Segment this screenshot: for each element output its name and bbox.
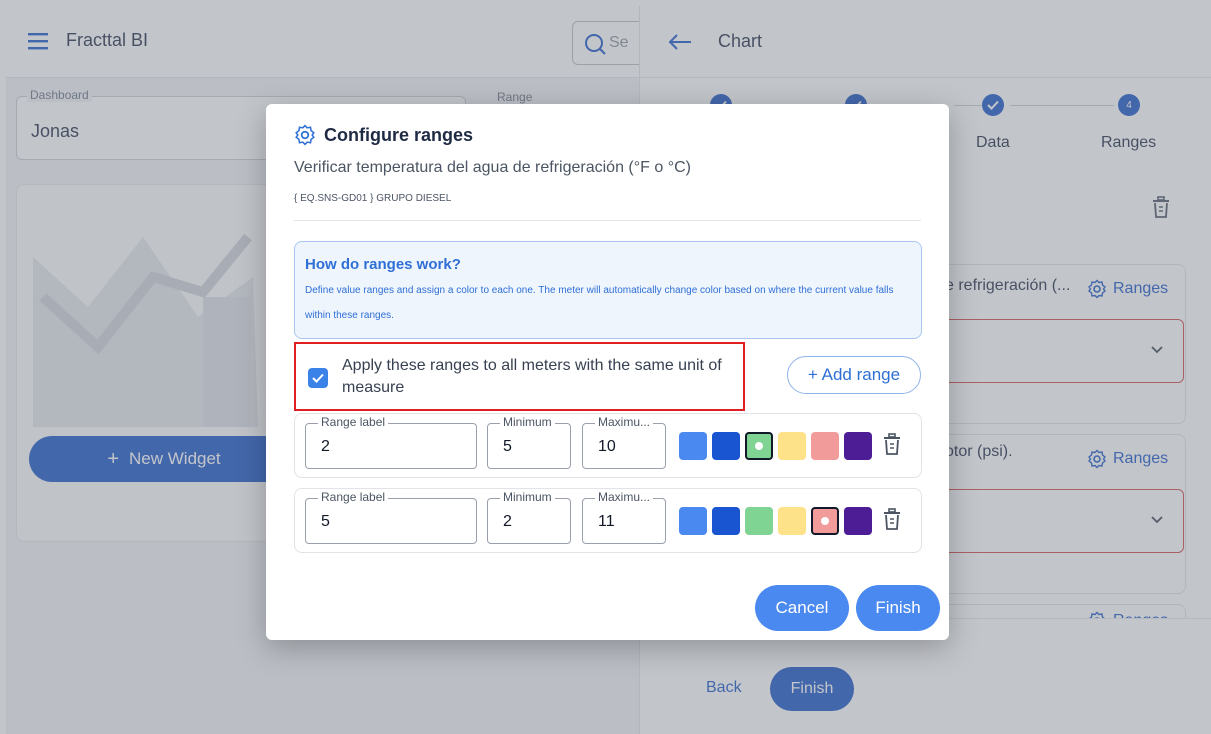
apply-to-all-label: Apply these ranges to all meters with th…: [342, 357, 722, 396]
field-value: 5: [503, 438, 512, 455]
chevron-down-icon: [1151, 346, 1163, 354]
back-button[interactable]: Back: [706, 679, 742, 697]
dashboard-field-label: Dashboard: [27, 88, 92, 102]
meter-ranges-button[interactable]: Ranges: [1087, 279, 1168, 299]
search-placeholder: Se: [609, 34, 629, 51]
minimum-field[interactable]: Minimum 2: [487, 490, 571, 544]
dashboard-field-value: Jonas: [31, 121, 80, 141]
drawer-finish-button[interactable]: Finish: [770, 667, 854, 711]
info-title: How do ranges work?: [305, 256, 461, 273]
step-label-data: Data: [976, 134, 1010, 151]
color-swatch[interactable]: [679, 432, 707, 460]
plus-icon: +: [107, 447, 120, 470]
range-label-field[interactable]: Range label 2: [305, 415, 477, 469]
info-text: Define value ranges and assign a color t…: [305, 285, 894, 321]
minimum-field[interactable]: Minimum 5: [487, 415, 571, 469]
field-value: 10: [598, 438, 616, 455]
configure-ranges-dialog: Configure ranges Verificar temperatura d…: [266, 104, 949, 640]
new-widget-button[interactable]: + New Widget: [29, 436, 299, 482]
field-label: Minimum: [500, 490, 555, 504]
field-label: Range label: [318, 415, 389, 429]
ranges-info-box: How do ranges work? Define value ranges …: [294, 241, 922, 339]
gear-icon: [295, 124, 315, 146]
app-title: Fracttal BI: [66, 30, 149, 50]
step-connector: [954, 105, 982, 106]
meter-title: e refrigeración (...: [945, 277, 1071, 294]
back-arrow-icon[interactable]: [668, 33, 692, 51]
cancel-button[interactable]: Cancel: [755, 585, 849, 631]
maximum-field[interactable]: Maximu... 10: [582, 415, 666, 469]
color-swatch[interactable]: [811, 432, 839, 460]
delete-range-icon[interactable]: [883, 508, 901, 530]
color-swatch[interactable]: [745, 507, 773, 535]
color-palette: [679, 432, 872, 462]
new-widget-label: New Widget: [129, 449, 221, 468]
range-label-field[interactable]: Range label 5: [305, 490, 477, 544]
step-3-done-icon: [982, 94, 1004, 116]
step-label-ranges: Ranges: [1101, 134, 1157, 151]
trash-icon[interactable]: [1152, 196, 1170, 218]
field-label: Minimum: [500, 415, 555, 429]
add-range-button[interactable]: + Add range: [787, 356, 921, 394]
color-swatch[interactable]: [712, 432, 740, 460]
dialog-title: Configure ranges: [324, 125, 474, 145]
color-palette: [679, 507, 872, 537]
chevron-down-icon: [1151, 516, 1163, 524]
field-label: Range label: [318, 490, 389, 504]
color-swatch[interactable]: [778, 507, 806, 535]
field-value: 5: [321, 513, 330, 530]
field-value: 2: [503, 513, 512, 530]
range-row: Range label 2 Minimum 5 Maximu... 10: [294, 413, 922, 478]
divider: [294, 220, 921, 221]
menu-icon[interactable]: [28, 32, 48, 50]
meter-title: otor (psi).: [945, 443, 1013, 460]
gear-icon: [1088, 449, 1106, 469]
color-swatch[interactable]: [811, 507, 839, 535]
meter-name: Verificar temperatura del agua de refrig…: [294, 159, 691, 176]
apply-to-all-option[interactable]: Apply these ranges to all meters with th…: [294, 342, 745, 411]
app-header: Fracttal BI Se: [6, 6, 639, 78]
range-field-label: Range: [494, 90, 536, 104]
search-icon: [585, 34, 606, 55]
checkmark-icon: [312, 373, 324, 383]
field-value: 2: [321, 438, 330, 455]
gear-icon: [1088, 279, 1106, 299]
meter-ranges-button[interactable]: Ranges: [1087, 449, 1168, 469]
field-label: Maximu...: [595, 490, 654, 504]
finish-button[interactable]: Finish: [856, 585, 940, 631]
equipment-code: { EQ.SNS-GD01 } GRUPO DIESEL: [294, 193, 452, 204]
drawer-title: Chart: [718, 31, 763, 51]
delete-range-icon[interactable]: [883, 433, 901, 455]
field-label: Maximu...: [595, 415, 654, 429]
color-swatch[interactable]: [679, 507, 707, 535]
range-row: Range label 5 Minimum 2 Maximu... 11: [294, 488, 922, 553]
color-swatch[interactable]: [778, 432, 806, 460]
field-value: 11: [598, 513, 615, 530]
drawer-header: Chart: [640, 6, 1211, 78]
apply-to-all-checkbox[interactable]: [308, 368, 328, 388]
color-swatch[interactable]: [745, 432, 773, 460]
search-input[interactable]: Se: [572, 21, 639, 65]
step-4-current: 4: [1118, 94, 1140, 116]
maximum-field[interactable]: Maximu... 11: [582, 490, 666, 544]
color-swatch[interactable]: [844, 507, 872, 535]
step-connector: [1010, 105, 1114, 106]
color-swatch[interactable]: [844, 432, 872, 460]
color-swatch[interactable]: [712, 507, 740, 535]
